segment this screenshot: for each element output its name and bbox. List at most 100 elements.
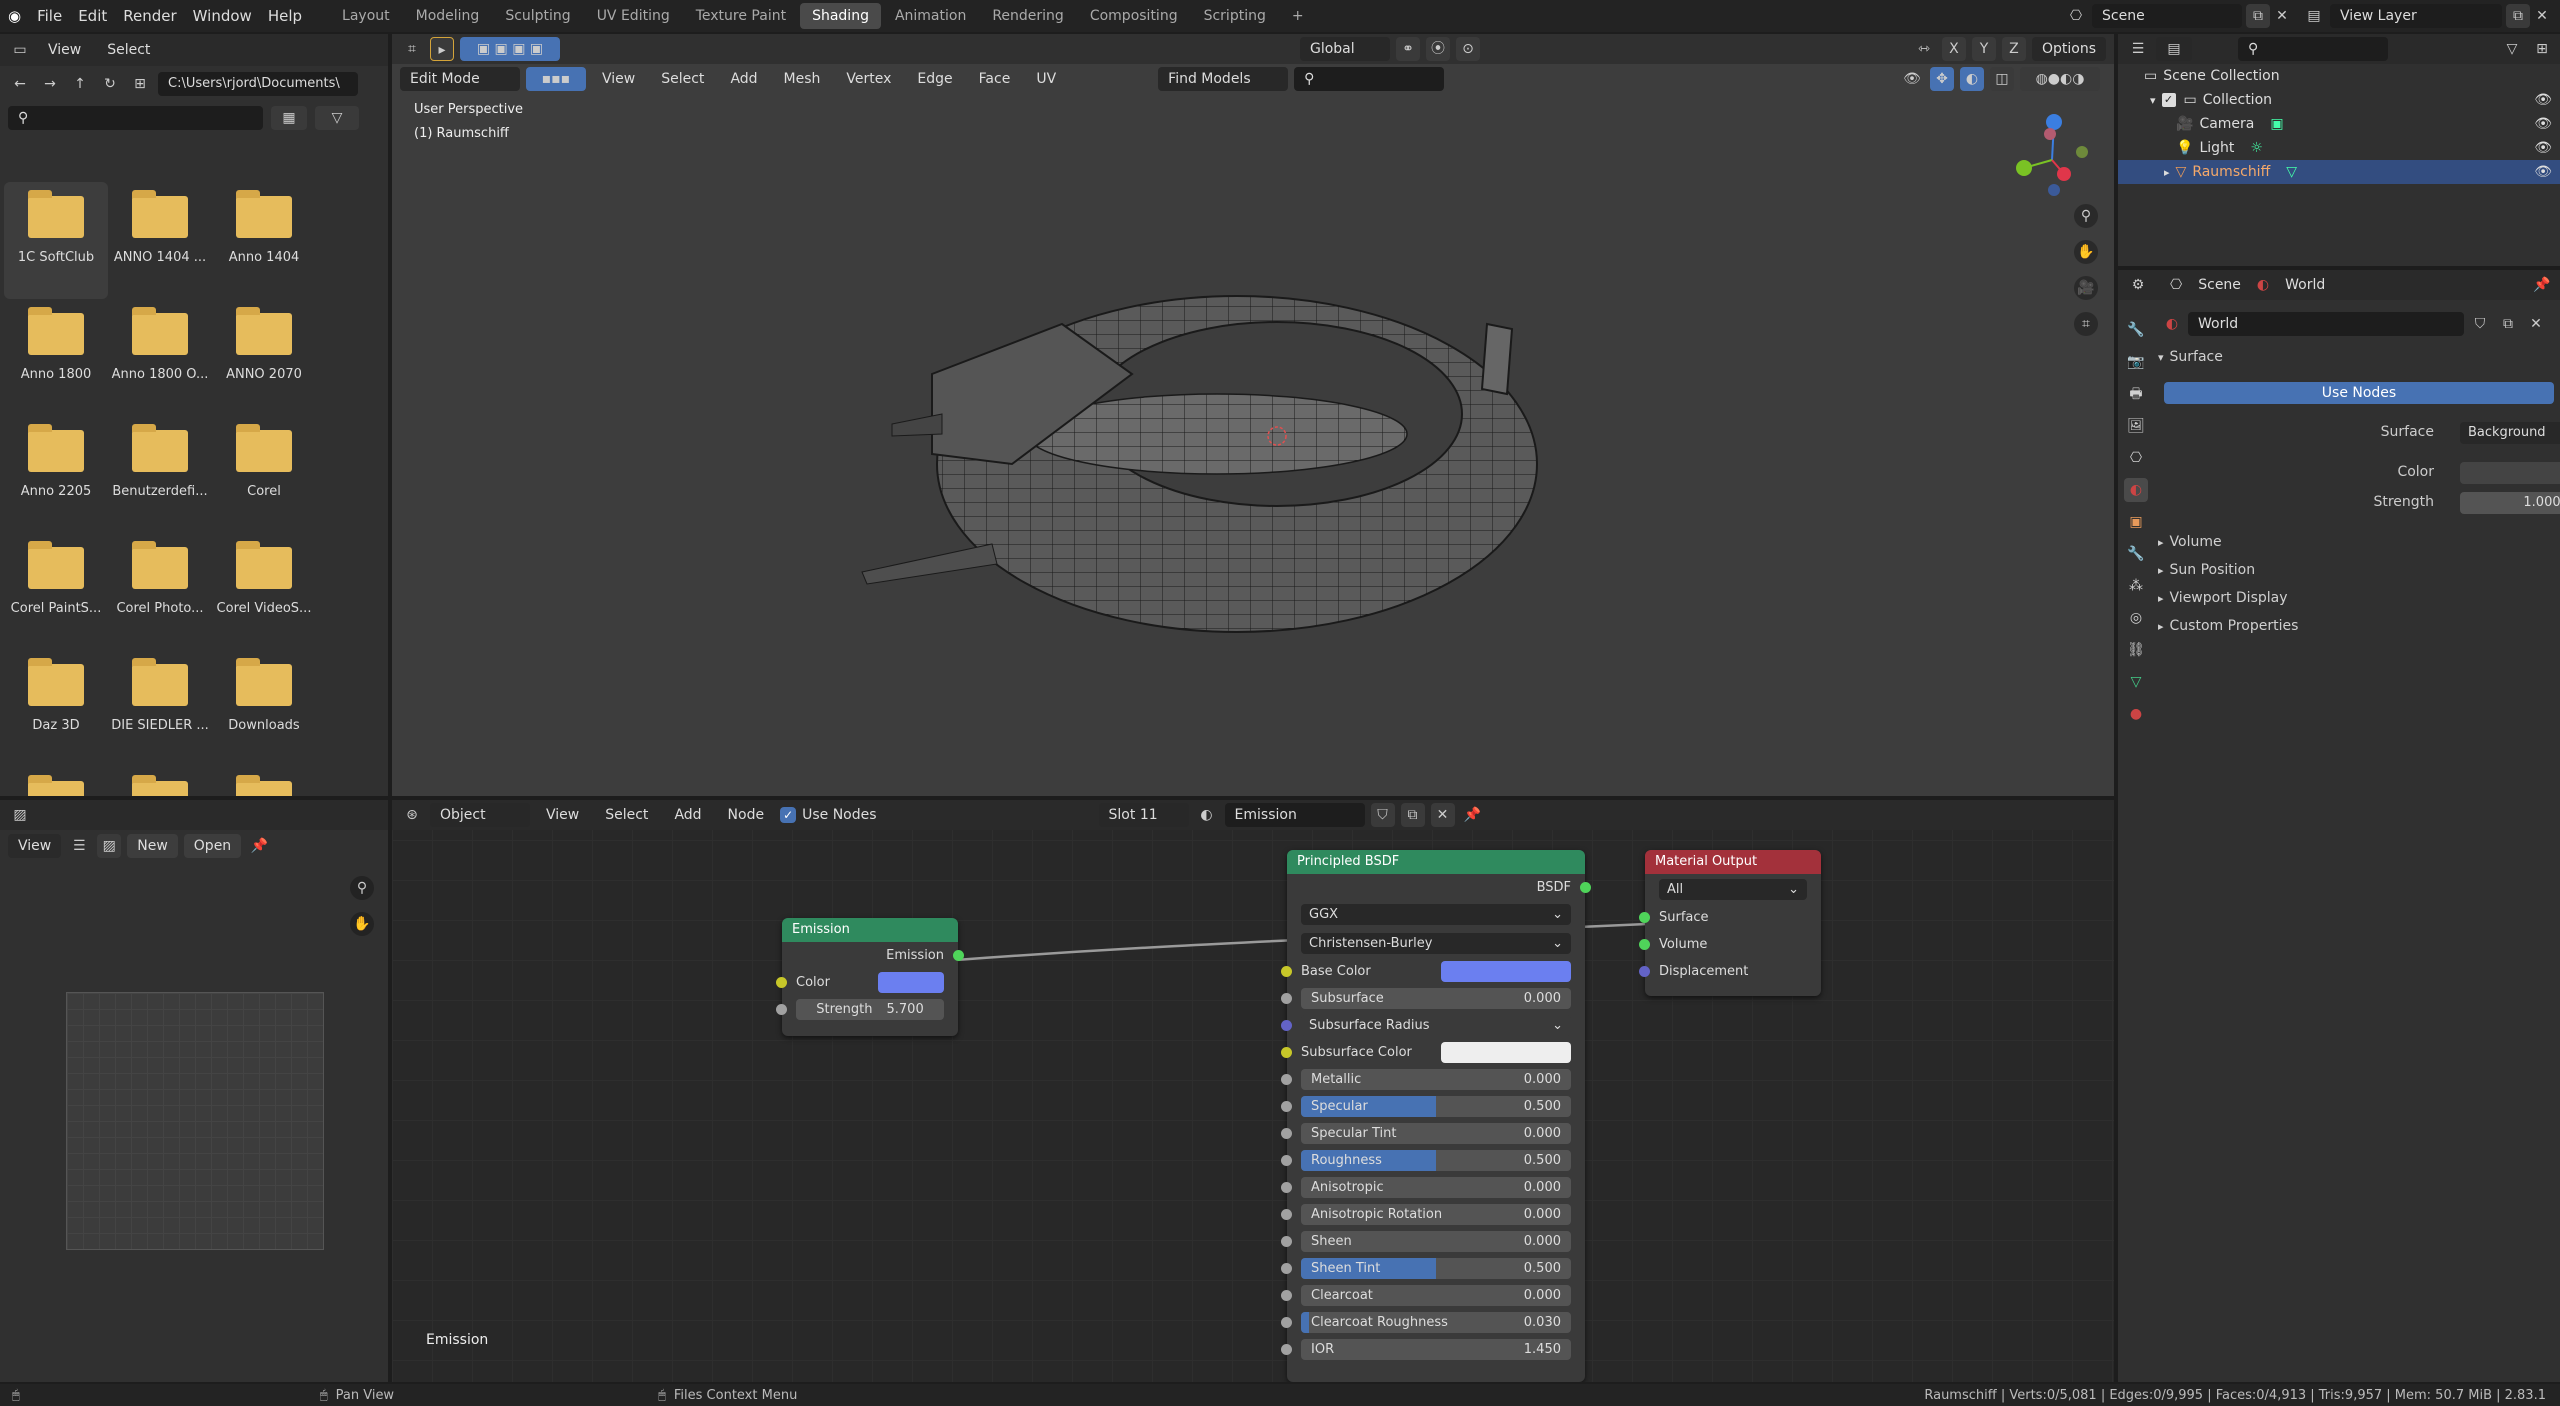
scene-copy-icon[interactable]: ⧉ — [2246, 4, 2270, 28]
use-nodes-button[interactable]: Use Nodes — [2164, 382, 2554, 404]
folder-item[interactable]: Downloads — [212, 650, 316, 767]
bsdf-output-socket[interactable] — [1580, 882, 1591, 893]
folder-item[interactable]: ANNO 1404 ... — [108, 182, 212, 299]
viewport-menu-edge[interactable]: Edge — [907, 67, 962, 91]
zoom-view-icon[interactable]: ⚲ — [2074, 204, 2098, 228]
tab-rendering[interactable]: Rendering — [980, 3, 1076, 29]
expand-arrow-icon[interactable]: ▸ — [2164, 166, 2170, 179]
bsdf-value-field[interactable]: Clearcoat Roughness 0.030 — [1301, 1312, 1571, 1333]
input-socket[interactable] — [1281, 993, 1292, 1004]
viewport-menu-uv[interactable]: UV — [1026, 67, 1066, 91]
surface-socket[interactable] — [1639, 912, 1650, 923]
editor-type-icon[interactable]: ⌗ — [400, 37, 424, 61]
scene-icon[interactable]: ⎔ — [2064, 4, 2088, 28]
bsdf-value-field[interactable]: Anisotropic Rotation 0.000 — [1301, 1204, 1571, 1225]
emission-node-header[interactable]: Emission — [782, 918, 958, 942]
input-socket[interactable] — [1281, 1101, 1292, 1112]
emission-node[interactable]: Emission Emission Color Strength 5.700 — [776, 918, 964, 1036]
input-socket[interactable] — [1281, 1209, 1292, 1220]
folder-item[interactable]: Anno 1404 — [212, 182, 316, 299]
tab-texture-paint[interactable]: Texture Paint — [684, 3, 798, 29]
collection-checkbox[interactable]: ✓ — [2161, 93, 2176, 107]
viewport-menu-mesh[interactable]: Mesh — [774, 67, 831, 91]
expand-arrow-icon[interactable]: ▾ — [2150, 94, 2156, 107]
viewport-menu-face[interactable]: Face — [969, 67, 1021, 91]
tab-layout[interactable]: Layout — [330, 3, 402, 29]
mirror-y-toggle[interactable]: Y — [1971, 37, 1996, 61]
outliner-type-icon[interactable]: ☰ — [2126, 37, 2150, 61]
folder-item[interactable]: Corel PaintS... — [4, 533, 108, 650]
bsdf-value-field[interactable]: Specular 0.500 — [1301, 1096, 1571, 1117]
file-view-menu[interactable]: View — [38, 38, 91, 62]
visibility-eye-icon[interactable]: 👁 — [2534, 92, 2552, 108]
input-socket[interactable] — [1281, 1182, 1292, 1193]
tab-shading[interactable]: Shading — [800, 3, 881, 29]
outliner-item-camera[interactable]: 🎥 Camera ▣ 👁 — [2118, 112, 2560, 136]
bsdf-node-header[interactable]: Principled BSDF — [1287, 850, 1585, 874]
displacement-socket[interactable] — [1639, 966, 1650, 977]
menu-file[interactable]: File — [29, 0, 70, 32]
zoom-icon[interactable]: ⚲ — [350, 876, 374, 900]
particles-tab-icon[interactable]: ⁂ — [2124, 574, 2148, 598]
back-arrow-icon[interactable]: ← — [8, 72, 32, 96]
bsdf-value-field[interactable]: Sheen 0.000 — [1301, 1231, 1571, 1252]
scene-tab-icon[interactable]: ⎔ — [2124, 446, 2148, 470]
camera-view-icon[interactable]: 🎥 — [2074, 276, 2098, 300]
spaceship-mesh[interactable] — [832, 264, 1552, 664]
tab-scripting[interactable]: Scripting — [1192, 3, 1278, 29]
editor-type-icon[interactable]: ▭ — [8, 38, 32, 62]
collapsed-panel-header[interactable]: ▸ Custom Properties — [2158, 612, 2548, 640]
folder-item[interactable]: DIE SIEDLER ... — [108, 650, 212, 767]
folder-item[interactable]: Anno 2205 — [4, 416, 108, 533]
fake-user-icon[interactable]: ⛉ — [2468, 312, 2492, 336]
bsdf-value-field[interactable]: Sheen Tint 0.500 — [1301, 1258, 1571, 1279]
open-image-button[interactable]: Open — [183, 834, 242, 858]
hamburger-icon[interactable]: ☰ — [67, 834, 91, 858]
emission-color-swatch[interactable] — [878, 972, 944, 993]
image-browse-icon[interactable]: ▨ — [97, 834, 122, 858]
bsdf-value-field[interactable]: Specular Tint 0.000 — [1301, 1123, 1571, 1144]
unlink-world-icon[interactable]: ✕ — [2524, 312, 2548, 336]
emission-strength-field[interactable]: Strength 5.700 — [796, 999, 944, 1020]
subsurface-radius-dropdown[interactable]: Subsurface Radius ⌄ — [1301, 1015, 1571, 1036]
object-tab-icon[interactable]: ▣ — [2124, 510, 2148, 534]
world-color-field[interactable] — [2460, 462, 2560, 484]
physics-tab-icon[interactable]: ◎ — [2124, 606, 2148, 630]
pin-icon[interactable]: 📌 — [2530, 273, 2554, 297]
pan-hand-icon[interactable]: ✋ — [350, 912, 374, 936]
shading-modes-icon[interactable]: ◍●◐◑ — [2020, 67, 2100, 91]
bsdf-value-field[interactable]: Roughness 0.500 — [1301, 1150, 1571, 1171]
view-layer-close-icon[interactable]: ✕ — [2530, 4, 2554, 28]
collapsed-panel-header[interactable]: ▸ Viewport Display — [2158, 584, 2548, 612]
emission-color-socket[interactable] — [776, 977, 787, 988]
scene-collection-row[interactable]: ▭ Scene Collection — [2118, 64, 2560, 88]
view-layer-tab-icon[interactable]: 🖼 — [2124, 414, 2148, 438]
bsdf-value-field[interactable]: Metallic 0.000 — [1301, 1069, 1571, 1090]
mirror-icon[interactable]: ⇿ — [1912, 37, 1936, 61]
output-target-dropdown[interactable]: All ⌄ — [1659, 878, 1807, 900]
subsurface-color-swatch[interactable] — [1441, 1042, 1571, 1063]
filter-icon[interactable]: ▽ — [315, 106, 359, 130]
world-name-field[interactable]: World — [2188, 312, 2464, 336]
menu-window[interactable]: Window — [185, 0, 260, 32]
display-mode-icon[interactable]: ▤ — [2156, 37, 2192, 61]
tab-modeling[interactable]: Modeling — [404, 3, 492, 29]
subsurface-color-socket[interactable] — [1281, 1047, 1292, 1058]
overlay-icon[interactable]: ◐ — [1960, 67, 1984, 91]
orientation-dropdown[interactable]: Global — [1299, 37, 1390, 61]
principled-bsdf-node[interactable]: Principled BSDF BSDF GGX ⌄ Christensen-Bu… — [1281, 850, 1591, 1382]
visibility-eye-icon[interactable]: 👁 — [2534, 140, 2552, 156]
scene-selector[interactable]: Scene — [2092, 4, 2242, 28]
visibility-eye-icon[interactable]: 👁 — [2534, 164, 2552, 180]
input-socket[interactable] — [1281, 1344, 1292, 1355]
folder-item[interactable]: Anno 1800 O... — [108, 299, 212, 416]
gizmo-icon[interactable]: ✥ — [1930, 67, 1954, 91]
selection-mode-icon[interactable]: ▣ ▣ ▣ ▣ — [460, 37, 560, 61]
image-editor-type-icon[interactable]: ▨ — [8, 803, 32, 827]
material-output-node[interactable]: Material Output All ⌄ Surface Volume Disp… — [1639, 850, 1821, 996]
view-layer-icon[interactable]: ▤ — [2302, 4, 2326, 28]
emission-output-socket[interactable] — [953, 950, 964, 961]
tab-animation[interactable]: Animation — [883, 3, 978, 29]
proportional-edit-icon[interactable]: ⊙ — [1455, 37, 1480, 61]
volume-socket[interactable] — [1639, 939, 1650, 950]
